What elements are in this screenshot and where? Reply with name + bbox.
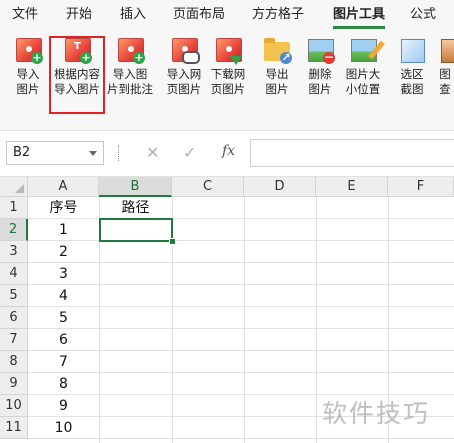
active-tab-indicator [333, 26, 385, 29]
button-label: 下载网 [210, 67, 246, 81]
button-label: 片到批注 [107, 82, 153, 96]
row-header-6[interactable]: 6 [0, 307, 28, 329]
cell-a7[interactable]: 6 [28, 329, 99, 351]
download-web-image-button[interactable]: 下载网 页图片 [206, 32, 250, 106]
import-image-icon: + [14, 36, 43, 64]
column-header-e[interactable]: E [316, 177, 388, 197]
column-header-f[interactable]: F [388, 177, 454, 197]
button-label: 导入图片 [54, 82, 100, 96]
menu-bar: 文件 开始 插入 页面布局 方方格子 图片工具 公式 [0, 0, 454, 30]
column-header-a[interactable]: A [28, 177, 99, 197]
button-label: 图片 [265, 82, 289, 96]
import-web-image-button[interactable]: 导入网 页图片 [162, 32, 206, 106]
export-image-button[interactable]: ↗ 导出 图片 [256, 32, 298, 106]
button-label: 图片大 [345, 67, 381, 81]
image-size-position-icon [349, 36, 385, 64]
menu-file[interactable]: 文件 [6, 0, 44, 30]
cell-a5[interactable]: 4 [28, 285, 99, 307]
cell-a6[interactable]: 5 [28, 307, 99, 329]
cell-a4[interactable]: 3 [28, 263, 99, 285]
row-header-7[interactable]: 7 [0, 329, 28, 351]
button-label: 图 [439, 67, 451, 81]
cell-a10[interactable]: 9 [28, 395, 99, 417]
grid-line [316, 197, 317, 443]
selection-screenshot-icon [398, 36, 426, 64]
download-web-image-icon [214, 36, 242, 65]
menu-formulas[interactable]: 公式 [404, 0, 442, 30]
active-cell-b2[interactable] [99, 218, 173, 242]
export-image-icon: ↗ [263, 36, 292, 64]
image-lookup-button[interactable]: 图 查 [436, 32, 454, 106]
image-lookup-icon [438, 36, 454, 64]
cell-a2[interactable]: 1 [28, 219, 99, 241]
row-header-2[interactable]: 2 [0, 219, 28, 241]
column-header-d[interactable]: D [244, 177, 316, 197]
cancel-icon[interactable]: ✕ [146, 143, 159, 162]
import-web-image-icon [170, 36, 200, 64]
cell-a11[interactable]: 10 [28, 417, 99, 439]
fill-handle[interactable] [169, 238, 176, 245]
button-label: 图片 [16, 82, 40, 96]
cell-a9[interactable]: 8 [28, 373, 99, 395]
delete-image-icon: − [306, 36, 335, 64]
column-header-c[interactable]: C [172, 177, 244, 197]
select-all-corner[interactable] [0, 177, 28, 197]
import-image-button[interactable]: + 导入 图片 [6, 32, 50, 106]
row-header-5[interactable]: 5 [0, 285, 28, 307]
import-by-content-button[interactable]: + 根据内容 导入图片 [50, 32, 104, 106]
menu-page-layout[interactable]: 页面布局 [168, 0, 230, 30]
name-box[interactable]: B2 [6, 141, 104, 165]
button-label: 页图片 [210, 82, 246, 96]
image-to-comment-button[interactable]: + 导入图 片到批注 [106, 32, 154, 106]
divider [118, 145, 121, 161]
row-header-4[interactable]: 4 [0, 263, 28, 285]
button-label: 选区 [400, 67, 424, 81]
watermark: 软件技巧 [322, 399, 431, 428]
image-size-position-button[interactable]: 图片大 小位置 [341, 32, 385, 106]
chevron-down-icon[interactable] [89, 151, 97, 156]
cell-b1[interactable]: 路径 [99, 197, 172, 219]
column-header-b[interactable]: B [99, 177, 172, 197]
row-header-10[interactable]: 10 [0, 395, 28, 417]
button-label: 导出 [265, 67, 289, 81]
button-label: 根据内容 [54, 67, 100, 81]
button-label: 截图 [400, 82, 424, 96]
button-label: 小位置 [345, 82, 381, 96]
button-label: 导入网 [166, 67, 202, 81]
cell-a3[interactable]: 2 [28, 241, 99, 263]
import-by-content-icon: + [63, 36, 92, 64]
cell-a1[interactable]: 序号 [28, 197, 99, 219]
button-label: 图片 [308, 82, 332, 96]
menu-home[interactable]: 开始 [60, 0, 98, 30]
insert-function-icon[interactable]: fx [222, 143, 235, 159]
button-label: 导入 [16, 67, 40, 81]
button-label: 导入图 [112, 67, 148, 81]
row-header-11[interactable]: 11 [0, 417, 28, 439]
name-box-value: B2 [13, 145, 31, 160]
button-label: 删除 [308, 67, 332, 81]
delete-image-button[interactable]: − 删除 图片 [299, 32, 341, 106]
grid-line [244, 197, 245, 443]
button-label: 页图片 [166, 82, 202, 96]
ribbon: + 导入 图片 + 根据内容 导入图片 + 导入图 片到批注 导入网 页图片 下… [0, 30, 454, 156]
menu-insert[interactable]: 插入 [114, 0, 152, 30]
row-header-3[interactable]: 3 [0, 241, 28, 263]
row-header-1[interactable]: 1 [0, 197, 28, 219]
cell-a8[interactable]: 7 [28, 351, 99, 373]
confirm-icon[interactable]: ✓ [183, 143, 196, 162]
image-to-comment-icon: + [116, 36, 145, 64]
selection-screenshot-button[interactable]: 选区 截图 [392, 32, 432, 106]
row-header-9[interactable]: 9 [0, 373, 28, 395]
button-label: 查 [439, 82, 451, 96]
formula-bar: B2 ✕ ✓ fx [0, 131, 454, 177]
menu-fangfang-grid[interactable]: 方方格子 [247, 0, 309, 30]
row-header-8[interactable]: 8 [0, 351, 28, 373]
formula-input[interactable] [250, 139, 454, 167]
